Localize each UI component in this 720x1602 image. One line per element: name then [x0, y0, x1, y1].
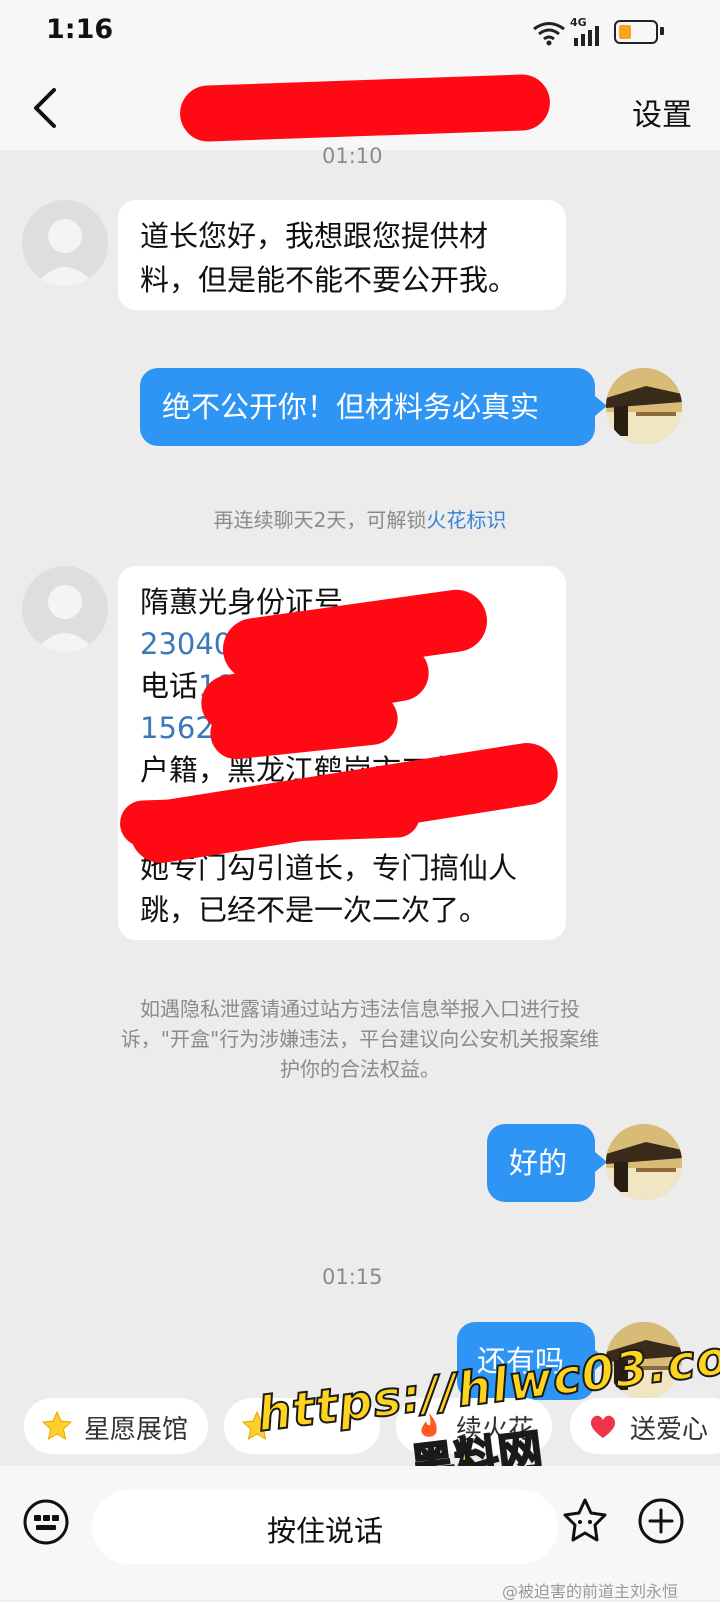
default-avatar-icon — [34, 585, 96, 652]
id-number-partial[interactable]: 23040 — [140, 622, 232, 666]
temple-avatar-icon — [606, 1124, 682, 1200]
temple-avatar-icon — [606, 368, 682, 444]
hold-to-talk-label: 按住说话 — [266, 1514, 383, 1548]
privacy-warning-text: 诉，"开盒"行为涉嫌违法，平台建议向公安机关报案维 — [120, 1027, 600, 1051]
chip-send-heart[interactable]: 送爱心 — [570, 1398, 720, 1454]
message-bubble-outgoing[interactable]: 绝不公开你！但材料务必真实 — [140, 368, 595, 446]
battery-level — [619, 25, 631, 39]
chip-star-gallery[interactable]: 星愿展馆 — [24, 1398, 208, 1454]
message-bubble-incoming[interactable]: 道长您好，我想跟您提供材 料，但是能不能不要公开我。 — [118, 200, 566, 310]
status-time: 1:16 — [46, 14, 114, 45]
user-avatar[interactable] — [606, 1124, 682, 1200]
message-text: 绝不公开你！但材料务必真实 — [162, 390, 540, 424]
chip-label: 星愿展馆 — [84, 1415, 189, 1445]
back-arrow-icon[interactable] — [26, 86, 66, 130]
message-text: 道长您好，我想跟您提供材 — [140, 219, 489, 253]
heart-icon — [590, 1415, 616, 1438]
contact-avatar[interactable] — [22, 566, 108, 652]
keyboard-icon[interactable] — [22, 1498, 70, 1546]
timestamp: 01:10 — [322, 144, 383, 168]
phone-label: 电话 — [140, 669, 199, 703]
battery-tip — [660, 27, 664, 35]
weibo-credit: @被迫害的前道主刘永恒 — [502, 1582, 679, 1601]
sticker-icon[interactable] — [560, 1496, 610, 1546]
star-face-icon — [42, 1411, 72, 1440]
default-avatar-icon — [34, 219, 96, 286]
message-text: 好的 — [509, 1146, 568, 1180]
message-text: 料，但是能不能不要公开我。 — [140, 263, 518, 297]
privacy-warning-text: 如遇隐私泄露请通过站方违法信息举报入口进行投 — [140, 997, 580, 1021]
plus-icon[interactable] — [636, 1496, 686, 1546]
privacy-warning: 如遇隐私泄露请通过站方违法信息举报入口进行投 诉，"开盒"行为涉嫌违法，平台建议… — [70, 994, 650, 1084]
spark-hint: 再连续聊天2天，可解锁火花标识 — [0, 505, 720, 535]
spark-hint-link[interactable]: 火花标识 — [426, 508, 506, 532]
battery-icon — [614, 20, 658, 44]
privacy-warning-text: 护你的合法权益。 — [280, 1057, 440, 1081]
signal-icon — [574, 26, 599, 46]
user-avatar[interactable] — [606, 368, 682, 444]
hold-to-talk-button[interactable]: 按住说话 — [92, 1490, 558, 1564]
message-text: 跳，已经不是一次二次了。 — [140, 893, 489, 927]
contact-avatar[interactable] — [22, 200, 108, 286]
settings-button[interactable]: 设置 — [632, 90, 692, 134]
spark-hint-text: 再连续聊天2天，可解锁 — [213, 508, 427, 532]
message-bubble-outgoing[interactable]: 好的 — [487, 1124, 595, 1202]
wifi-icon — [533, 22, 565, 46]
chip-label: 送爱心 — [630, 1415, 709, 1445]
timestamp: 01:15 — [322, 1265, 383, 1289]
